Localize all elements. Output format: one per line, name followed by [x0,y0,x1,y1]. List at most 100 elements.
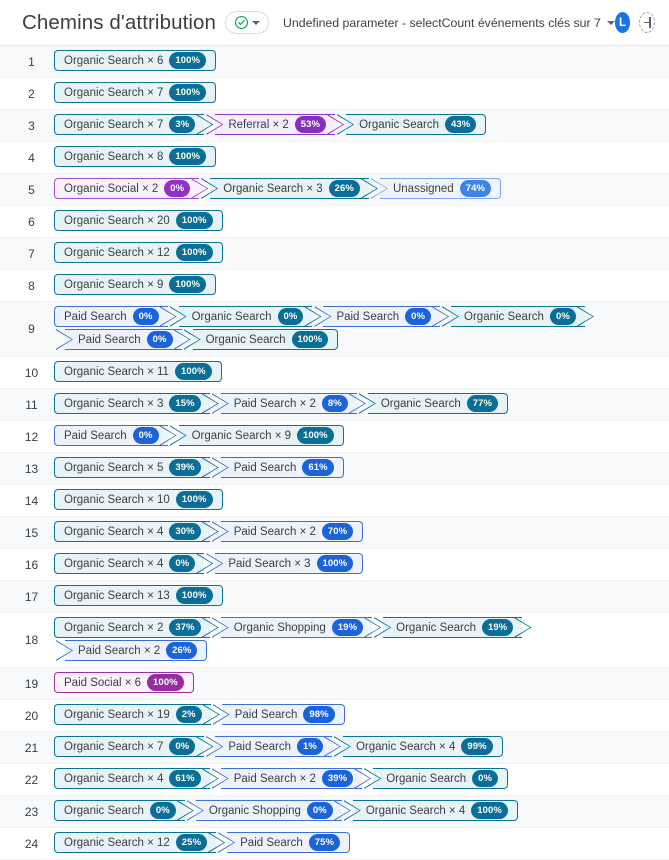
status-filter-button[interactable] [225,11,270,34]
path-step-percentage-badge: 100% [169,84,207,101]
path-step-percentage-badge: 61% [169,770,201,787]
path-step-chip[interactable]: Organic Search 77% [367,393,509,414]
table-row[interactable]: 5 Organic Social × 2 0% Organic Search × 3 2… [0,174,669,206]
path-step-chip[interactable]: Organic Search × 20 100% [54,210,223,231]
path-step-chip[interactable]: Paid Search 98% [221,704,345,725]
path-step-chip[interactable]: Organic Search × 7 3% [54,114,205,135]
path-step-chip[interactable]: Paid Search 0% [54,306,168,327]
path-sequence: Organic Search × 10 100% [54,485,223,516]
path-step-chip[interactable]: Organic Search 43% [346,114,487,135]
table-row[interactable]: 21 Organic Search × 7 0% Paid Search 1% Organ… [0,732,669,764]
path-step-chip[interactable]: Organic Search 100% [192,329,339,350]
table-row[interactable]: 19 Paid Social × 6 100% [0,668,669,700]
table-row[interactable]: 20 Organic Search × 19 2% Paid Search 98% [0,700,669,732]
table-row[interactable]: 16 Organic Search × 4 0% Paid Search × 3 100… [0,549,669,581]
path-step-chip[interactable]: Paid Social × 6 100% [54,672,194,693]
path-step-chip[interactable]: Organic Search 0% [54,800,185,821]
avatar[interactable]: L [614,12,631,33]
path-step-chip[interactable]: Paid Search × 2 39% [220,768,363,789]
path-step-percentage-badge: 0% [277,308,304,325]
path-step-chip[interactable]: Paid Search × 3 100% [215,553,364,574]
path-sequence: Organic Search × 4 61% Paid Search × 2 39% O… [54,764,509,795]
path-step-chip[interactable]: Organic Search × 10 100% [54,489,223,510]
path-step-chip[interactable]: Organic Search × 9 100% [54,274,217,295]
table-row[interactable]: 14 Organic Search × 10 100% [0,485,669,517]
path-step-chip[interactable]: Paid Search × 2 8% [220,393,357,414]
table-row[interactable]: 11 Organic Search × 3 15% Paid Search × 2 8%… [0,389,669,421]
table-row[interactable]: 23 Organic Search 0% Organic Shopping 0% Orga… [0,796,669,828]
parameter-selector[interactable]: Undefined parameter - selectCount événem… [283,16,615,30]
path-step-chip[interactable]: Organic Search × 13 100% [54,585,223,606]
path-step-chip[interactable]: Referral × 2 53% [215,114,336,135]
table-row[interactable]: 22 Organic Search × 4 61% Paid Search × 2 39… [0,764,669,796]
table-row[interactable]: 15 Organic Search × 4 30% Paid Search × 2 70… [0,517,669,549]
path-step-chip[interactable]: Organic Search 0% [451,306,585,327]
table-row[interactable]: 2 Organic Search × 7 100% [0,78,669,110]
path-step-chip[interactable]: Organic Search × 8 100% [54,146,217,167]
path-step-chip[interactable]: Organic Search × 12 100% [54,242,223,263]
path-step-chip[interactable]: Organic Search × 4 100% [352,800,518,821]
row-index: 2 [28,86,35,101]
path-step-chip[interactable]: Organic Search × 19 2% [54,704,211,725]
path-step-chip[interactable]: Paid Search 61% [220,457,344,478]
table-row[interactable]: 3 Organic Search × 7 3% Referral × 2 53% Orga… [0,110,669,142]
table-row[interactable]: 13 Organic Search × 5 39% Paid Search 61% [0,453,669,485]
path-sequence: Organic Search × 5 39% Paid Search 61% [54,453,344,484]
path-step-chip[interactable]: Organic Search × 4 30% [54,521,210,542]
path-step-chip[interactable]: Organic Search × 12 25% [54,832,217,853]
path-step-percentage-badge: 100% [169,148,207,165]
path-step-chip[interactable]: Organic Social × 2 0% [54,178,200,199]
path-step-label: Paid Social × 6 [64,676,142,689]
path-step-chip[interactable]: Organic Search × 9 100% [178,425,344,446]
path-step-label: Organic Search × 9 [64,278,164,291]
table-row[interactable]: 4 Organic Search × 8 100% [0,142,669,174]
path-step-chip[interactable]: Paid Search 1% [215,736,332,757]
row-index: 20 [24,708,39,723]
path-step-chip[interactable]: Organic Search × 7 0% [54,736,205,757]
path-step-percentage-badge: 0% [169,738,196,755]
row-index: 14 [24,493,39,508]
path-step-label: Paid Search [234,708,298,721]
path-step-chip[interactable]: Organic Search 19% [383,617,523,638]
path-sequence: Organic Search × 8 100% [54,142,217,173]
path-step-percentage-badge: 2% [175,706,202,723]
path-step-chip[interactable]: Paid Search 75% [227,832,351,853]
path-step-chip[interactable]: Organic Search × 11 100% [54,361,222,382]
table-row[interactable]: 24 Organic Search × 12 25% Paid Search 75% [0,828,669,860]
path-step-label: Organic Search × 5 [64,461,164,474]
path-step-chip[interactable]: Paid Search 0% [323,306,441,327]
table-row[interactable]: 10 Organic Search × 11 100% [0,357,669,389]
path-step-chip[interactable]: Paid Search 0% [54,425,168,446]
path-step-chip[interactable]: Paid Search × 2 70% [220,521,364,542]
table-row[interactable]: 1 Organic Search × 6 100% [0,46,669,78]
path-step-chip[interactable]: Organic Search × 3 26% [210,178,369,199]
table-row[interactable]: 17 Organic Search × 13 100% [0,581,669,613]
path-step-chip[interactable]: Organic Search × 4 0% [54,553,205,574]
row-index: 13 [24,461,39,476]
table-row[interactable]: 6 Organic Search × 20 100% [0,206,669,238]
path-step-chip[interactable]: Organic Search × 2 37% [54,617,210,638]
path-step-chip[interactable]: Unassigned 74% [379,178,502,199]
path-step-chip[interactable]: Paid Search × 2 26% [65,640,208,661]
path-step-chip[interactable]: Organic Search × 5 39% [54,457,210,478]
table-row[interactable]: 7 Organic Search × 12 100% [0,238,669,270]
page-title: Chemins d'attribution [22,10,217,34]
table-row[interactable]: 9 Paid Search 0% Organic Search 0% Paid Searc… [0,302,669,357]
path-step-chip[interactable]: Paid Search 0% [65,329,182,350]
path-step-chip[interactable]: Organic Search × 4 99% [342,736,503,757]
parameter-label: Undefined parameter - selectCount événem… [283,15,601,30]
path-step-chip[interactable]: Organic Search × 3 15% [54,393,210,414]
table-row[interactable]: 18 Organic Search × 2 37% Organic Shopping 1… [0,613,669,668]
path-step-chip[interactable]: Organic Search 0% [178,306,313,327]
table-row[interactable]: 12 Paid Search 0% Organic Search × 9 100% [0,421,669,453]
path-step-chip[interactable]: Organic Search × 4 61% [54,768,210,789]
row-index: 1 [28,54,35,69]
path-step-chip[interactable]: Organic Search × 7 100% [54,82,217,103]
path-step-chip[interactable]: Organic Search × 6 100% [54,50,217,71]
path-step-chip[interactable]: Organic Shopping 19% [220,617,373,638]
path-step-chip[interactable]: Organic Shopping 0% [195,800,342,821]
path-step-chip[interactable]: Organic Search 0% [373,768,509,789]
path-step-label: Organic Search × 4 [355,740,456,753]
add-button[interactable] [639,12,655,33]
table-row[interactable]: 8 Organic Search × 9 100% [0,270,669,302]
